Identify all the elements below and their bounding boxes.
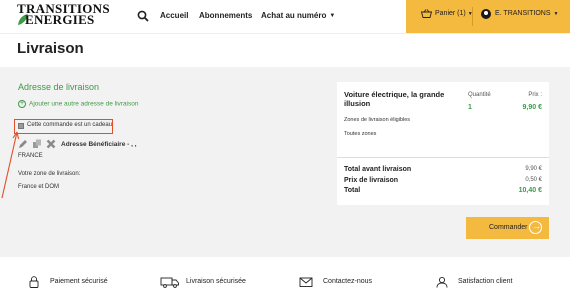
total-label: Total: [344, 187, 361, 194]
search-icon[interactable]: [137, 10, 149, 22]
feature-satisfaction: Satisfaction client: [458, 278, 513, 285]
divider: [337, 157, 549, 158]
feature-payment: Paiement sécurisé: [50, 278, 108, 285]
mail-icon: [299, 277, 313, 287]
address-name: Adresse Bénéficiaire - , ,: [61, 141, 137, 148]
account-label: E. TRANSITIONS: [495, 10, 551, 17]
chevron-down-icon: ▼: [553, 11, 559, 17]
header-user-area: Panier (1) ▼ E. TRANSITIONS ▼: [406, 0, 570, 33]
logo-line-2: ENERGIES: [25, 12, 95, 27]
user-icon: [436, 276, 448, 288]
arrow-right-circle-icon: [529, 221, 542, 234]
page-title: Livraison: [17, 40, 84, 57]
site-logo[interactable]: TRANSITIONS ENERGIES: [17, 2, 119, 28]
order-button[interactable]: Commander: [466, 217, 549, 239]
chevron-down-icon: ▼: [329, 13, 336, 19]
plus-circle-icon: +: [18, 100, 26, 108]
nav-accueil[interactable]: Accueil: [160, 11, 188, 20]
gift-checkbox-label: Cette commande est un cadeau: [27, 122, 113, 128]
delivery-zone-value: France et DOM: [18, 184, 60, 190]
shipping-row: Prix de livraison 0,50 €: [344, 177, 542, 184]
product-name: Voiture électrique, la grande illusion: [344, 90, 445, 108]
total-value: 10,40 €: [518, 187, 542, 194]
divider: [472, 7, 473, 26]
user-avatar-icon: [481, 9, 491, 19]
order-summary-card: Voiture électrique, la grande illusion Q…: [337, 82, 549, 205]
lock-icon: [29, 276, 39, 288]
subtotal-label: Total avant livraison: [344, 166, 412, 173]
features-bar: Paiement sécurisé Livraison sécurisée Co…: [0, 257, 570, 300]
basket-icon: [421, 9, 432, 18]
cart-button[interactable]: Panier (1) ▼: [421, 9, 473, 18]
nav-abonnements-label: Abonnements: [199, 11, 253, 20]
feature-contact[interactable]: Contactez-nous: [323, 278, 372, 285]
quantity-value: 1: [468, 104, 472, 111]
nav-accueil-label: Accueil: [160, 11, 189, 20]
address-country: FRANCE: [18, 153, 43, 159]
price-value: 9,90 €: [522, 104, 542, 111]
shipping-label: Prix de livraison: [344, 177, 399, 184]
truck-icon: [160, 277, 179, 288]
subtotal-value: 9,90 €: [525, 166, 542, 172]
price-header: Prix :: [528, 92, 542, 98]
add-address-link[interactable]: + Ajouter une autre adresse de livraison: [18, 100, 138, 108]
cart-label: Panier (1): [435, 10, 466, 17]
shipping-value: 0,50 €: [525, 177, 542, 183]
delivery-address-title: Adresse de livraison: [18, 82, 100, 92]
nav-achat-label: Achat au numéro: [261, 11, 327, 20]
eligible-zones-label: Zones de livraison éligibles: [344, 117, 411, 123]
feature-delivery: Livraison sécurisée: [186, 278, 246, 285]
nav-achat-au-numero[interactable]: Achat au numéro ▼: [261, 11, 335, 20]
add-address-label: Ajouter une autre adresse de livraison: [29, 100, 139, 108]
nav-abonnements[interactable]: Abonnements: [199, 11, 252, 20]
order-button-label: Commander: [489, 224, 528, 231]
title-band: [0, 33, 570, 67]
total-row: Total 10,40 €: [344, 187, 542, 194]
account-button[interactable]: E. TRANSITIONS ▼: [481, 9, 559, 19]
subtotal-row: Total avant livraison 9,90 €: [344, 166, 542, 173]
site-header: TRANSITIONS ENERGIES Accueil Abonnements…: [0, 0, 570, 33]
eligible-zones-value: Toutes zones: [344, 131, 377, 137]
quantity-header: Quantité: [468, 92, 491, 98]
edit-pencil-icon[interactable]: [18, 139, 28, 149]
delete-x-icon[interactable]: [46, 139, 56, 149]
gift-checkbox[interactable]: [18, 123, 24, 129]
copy-icon[interactable]: [32, 139, 42, 149]
delivery-zone-label: Votre zone de livraison:: [18, 171, 81, 177]
